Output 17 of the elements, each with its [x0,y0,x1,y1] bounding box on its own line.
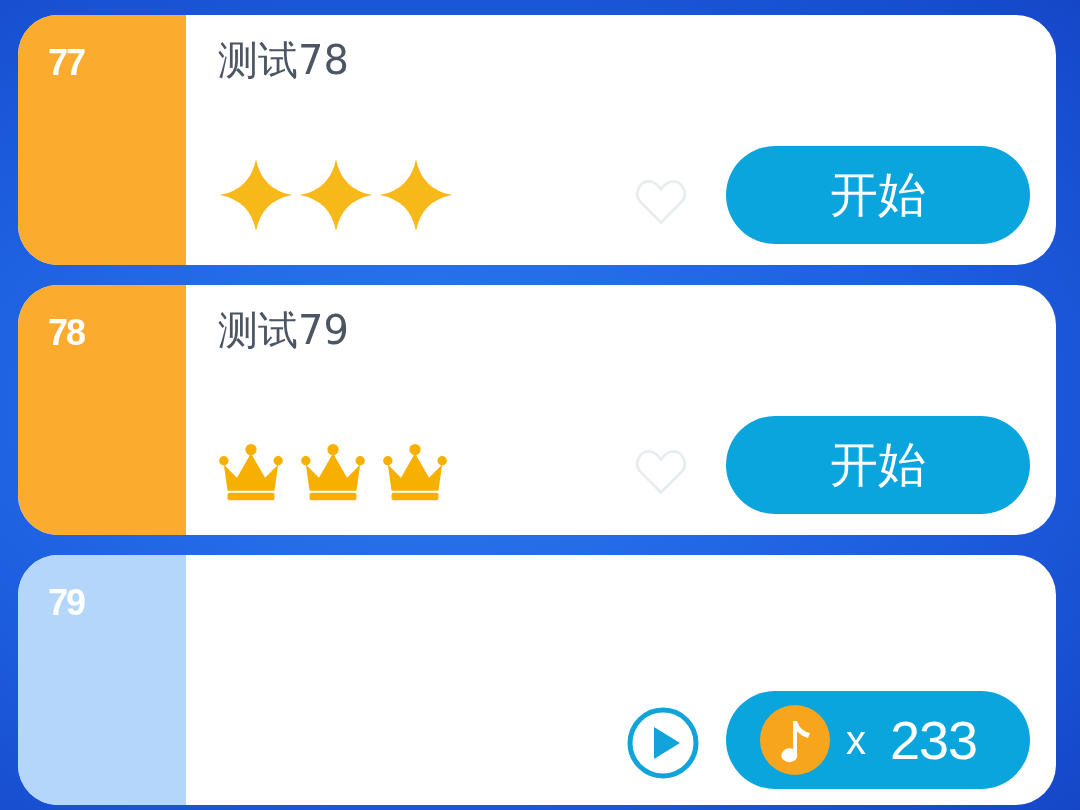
start-button[interactable]: 开始 [726,416,1030,514]
crown-icon [382,442,448,502]
song-title: 测试79 [218,307,349,353]
music-note-icon [760,705,830,775]
price-amount: 233 [890,709,978,771]
song-title: 测试78 [218,37,349,83]
song-number: 77 [48,43,85,83]
play-icon[interactable] [626,706,700,780]
multiplier-sign: x [846,717,866,763]
heart-icon[interactable] [634,448,688,496]
unlock-button[interactable]: x 233 [726,691,1030,789]
song-number: 79 [48,583,85,623]
song-number: 78 [48,313,85,353]
start-button[interactable]: 开始 [726,146,1030,244]
crown-icon [218,442,284,502]
crown-icon [300,442,366,502]
heart-icon[interactable] [634,178,688,226]
